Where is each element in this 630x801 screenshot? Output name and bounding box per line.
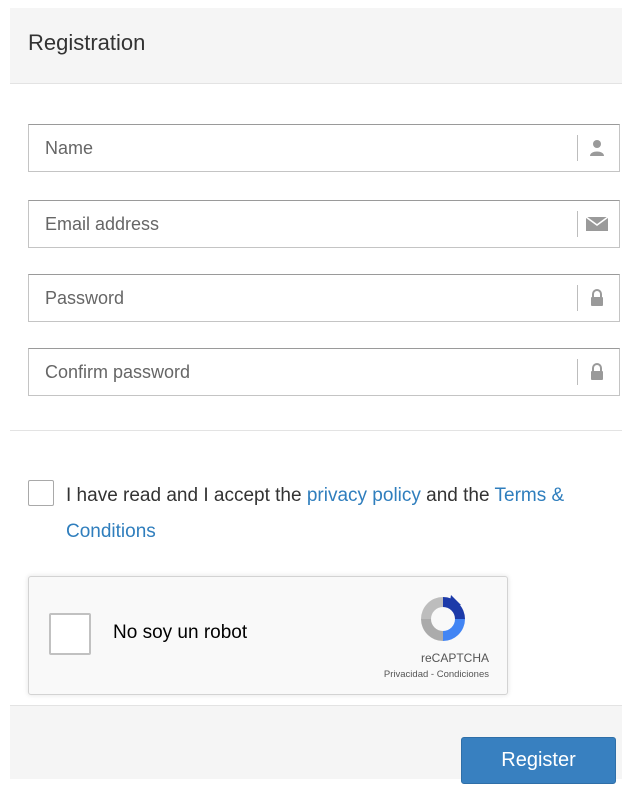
envelope-icon [585, 214, 609, 234]
confirm-password-input[interactable] [29, 349, 569, 395]
confirm-password-field[interactable] [28, 348, 620, 396]
section-divider [10, 430, 622, 431]
user-icon [585, 138, 609, 158]
name-input[interactable] [29, 125, 569, 171]
accept-prefix: I have read and I accept the [66, 485, 307, 506]
recaptcha-links[interactable]: Privacidad - Condiciones [279, 669, 489, 680]
panel-header: Registration [10, 8, 622, 84]
privacy-policy-link[interactable]: privacy policy [307, 485, 421, 506]
panel-footer: Register [10, 705, 622, 784]
email-input[interactable] [29, 201, 569, 247]
name-field[interactable] [28, 124, 620, 172]
accept-middle: and the [420, 485, 495, 506]
recaptcha-brand: reCAPTCHA [420, 651, 489, 665]
register-button[interactable]: Register [461, 737, 616, 784]
panel-title: Registration [28, 30, 146, 55]
lock-icon [585, 362, 609, 382]
accept-terms-text: I have read and I accept the privacy pol… [66, 478, 626, 550]
field-separator [577, 211, 578, 237]
field-separator [577, 135, 578, 161]
recaptcha-logo-icon [415, 591, 471, 647]
recaptcha-checkbox[interactable] [49, 613, 91, 655]
recaptcha-label: No soy un robot [113, 622, 248, 643]
password-input[interactable] [29, 275, 569, 321]
recaptcha-widget: No soy un robot reCAPTCHA Privacidad - C… [28, 576, 508, 695]
field-separator [577, 359, 578, 385]
email-field[interactable] [28, 200, 620, 248]
accept-terms-checkbox[interactable] [28, 480, 54, 506]
password-field[interactable] [28, 274, 620, 322]
field-separator [577, 285, 578, 311]
lock-icon [585, 288, 609, 308]
registration-panel: Registration Name Email address I have r… [10, 8, 622, 784]
